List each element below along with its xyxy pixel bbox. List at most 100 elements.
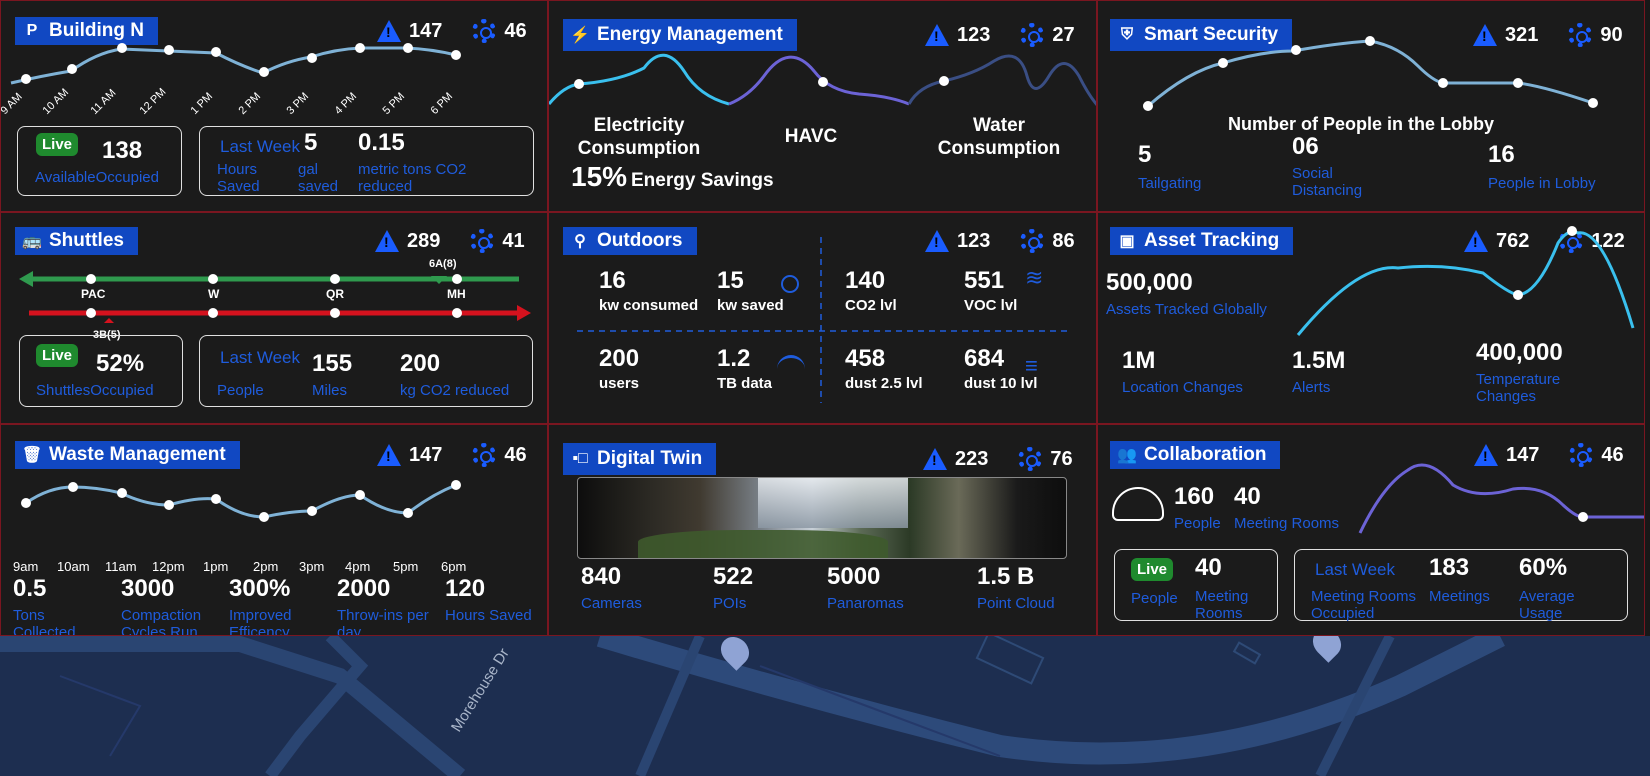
miles-value: 155: [312, 350, 353, 377]
live-box: Live People 40 Meeting Rooms: [1114, 549, 1278, 622]
tick-label: 9am: [13, 559, 39, 574]
live-box: Live 52% ShuttlesOccupied: [19, 335, 183, 407]
gear-icon[interactable]: [470, 229, 495, 253]
people-label: People: [1174, 515, 1221, 532]
building-panel[interactable]: PBuilding N 14746 9 AM 10 AM 11 AM 12 PM…: [0, 0, 548, 212]
lobby-value: 16: [1488, 141, 1515, 168]
digital-twin-image[interactable]: [577, 477, 1067, 559]
co2-value: 200: [400, 350, 441, 377]
tick-label: 2pm: [253, 559, 279, 574]
meetings-label: Meetings: [1429, 588, 1490, 605]
wind-icon: ≡: [1025, 353, 1038, 378]
security-line-chart: [1143, 36, 1598, 111]
waste-line-chart: [21, 480, 461, 522]
last-week-box: Last Week People 155 Miles 200 kg CO2 re…: [199, 335, 533, 407]
pois-value: 522: [713, 563, 754, 590]
users-label: users: [599, 375, 640, 392]
temp-value: 400,000: [1476, 339, 1563, 366]
tick-label: 12pm: [152, 559, 185, 574]
temp-label: Temperature Changes: [1476, 371, 1561, 405]
alert-count: 289: [407, 229, 441, 252]
collab-panel[interactable]: 👥Collaboration 14746 160 People 40 Meeti…: [1097, 424, 1645, 636]
dashboard: PBuilding N 14746 9 AM 10 AM 11 AM 12 PM…: [0, 0, 1650, 636]
twin-panel[interactable]: ▪□ Digital Twin 223 76 840 Cameras 522 POI…: [548, 424, 1097, 636]
last-week-box: Last Week Meeting Rooms Occupied 183 Mee…: [1294, 549, 1628, 622]
outdoors-panel[interactable]: ⚲Outdoors 12386 16 kw consumed 15 kw sav…: [548, 212, 1097, 424]
people-label: People: [217, 382, 264, 399]
waves-icon: ≋: [1025, 265, 1044, 290]
gal-value: 5: [304, 129, 318, 156]
alerts-label: Alerts: [1292, 379, 1331, 396]
location-value: 1M: [1122, 347, 1156, 374]
lobby-label: People in Lobby: [1488, 175, 1596, 192]
users-value: 200: [599, 345, 640, 372]
panel-title: Energy Management: [597, 24, 783, 45]
alert-icon[interactable]: [925, 24, 949, 46]
alert-count: 223: [955, 447, 989, 470]
occupied-value: 52%: [96, 350, 145, 377]
wifi-icon: [777, 355, 805, 383]
stop-label: PAC: [81, 287, 106, 301]
meetings-value: 183: [1429, 554, 1470, 581]
top-marker-label: 6A(8): [429, 258, 457, 270]
security-panel[interactable]: ⛨Smart Security 32190 Number of People i…: [1097, 0, 1645, 212]
usage-label: Average Usage: [1519, 588, 1575, 622]
stop-label: MH: [447, 287, 466, 301]
tb-data-label: TB data: [717, 375, 773, 392]
asset-panel[interactable]: ▣Asset Tracking 762122 500,000 Assets Tr…: [1097, 212, 1645, 424]
social-value: 06: [1292, 133, 1319, 160]
alert-icon[interactable]: [375, 230, 399, 252]
settings-count: 41: [502, 229, 525, 252]
cameras-label: Cameras: [581, 595, 642, 612]
tick-label: 11am: [105, 559, 137, 574]
bus-icon: 🚌: [22, 233, 42, 250]
co2-label: metric tons CO2 reduced: [358, 161, 467, 195]
panoramas-value: 5000: [827, 563, 881, 590]
building-line-chart: [10, 43, 461, 85]
efficiency-value: 300%: [229, 575, 291, 602]
panel-stats: 289 41: [375, 229, 525, 253]
tick-label: 4pm: [345, 559, 371, 574]
shuttles-panel[interactable]: 🚌Shuttles 28941 PAC W QR MH 6A(8) 3B(5) …: [0, 212, 548, 424]
panel-stats: 123 27: [925, 23, 1075, 47]
pois-label: POIs: [713, 595, 747, 612]
kw-consumed-label: kw consumed: [599, 297, 699, 314]
stop-label: W: [208, 287, 220, 301]
dust25-label: dust 2.5 lvl: [845, 375, 923, 392]
last-week-label: Last Week: [220, 348, 301, 367]
people-value: 160: [1174, 483, 1215, 510]
tailgating-label: Tailgating: [1138, 175, 1202, 192]
panoramas-label: Panaromas: [827, 595, 904, 612]
twin-icon: ▪□: [572, 450, 588, 467]
tick-label: 5pm: [393, 559, 419, 574]
live-rooms-value: 40: [1195, 554, 1222, 581]
alert-icon[interactable]: [923, 448, 947, 470]
electricity-label: Electricity Consumption: [577, 115, 701, 159]
tb-data-value: 1.2: [717, 345, 751, 372]
voc-lvl-label: VOC lvl: [964, 297, 1018, 314]
alert-count: 123: [957, 23, 991, 46]
energy-wave-chart: [549, 53, 1096, 106]
co2-label: kg CO2 reduced: [400, 382, 510, 399]
gear-icon[interactable]: [1018, 447, 1043, 471]
hours-value: 120: [445, 575, 486, 602]
cameras-value: 840: [581, 563, 622, 590]
co2-value: 0.15: [358, 129, 405, 156]
energy-panel[interactable]: ⚡ Energy Management 123 27 Electricity Con…: [548, 0, 1097, 212]
occupied-label: ShuttlesOccupied: [36, 382, 154, 399]
panel-title: Shuttles: [49, 230, 124, 251]
havc-label: HAVC: [784, 126, 838, 147]
lightbulb-icon: [781, 275, 799, 293]
gear-icon[interactable]: [1020, 23, 1045, 47]
kw-saved-label: kw saved: [717, 297, 784, 314]
last-week-box: Last Week Hours Saved 5 gal saved 0.15 m…: [199, 126, 534, 196]
panel-stats: 223 76: [923, 447, 1073, 471]
waste-panel[interactable]: 🗑Waste Management 14746 9am 10am 11am 12…: [0, 424, 548, 636]
twin-title-bar: ▪□ Digital Twin: [563, 443, 717, 475]
map-area[interactable]: Morehouse Dr: [0, 636, 1650, 776]
twin-building-shape: [758, 478, 908, 528]
tailgating-value: 5: [1138, 141, 1152, 168]
co2-lvl-label: CO2 lvl: [845, 297, 897, 314]
occupied-label: AvailableOccupied: [35, 169, 159, 186]
live-badge: Live: [36, 133, 79, 156]
